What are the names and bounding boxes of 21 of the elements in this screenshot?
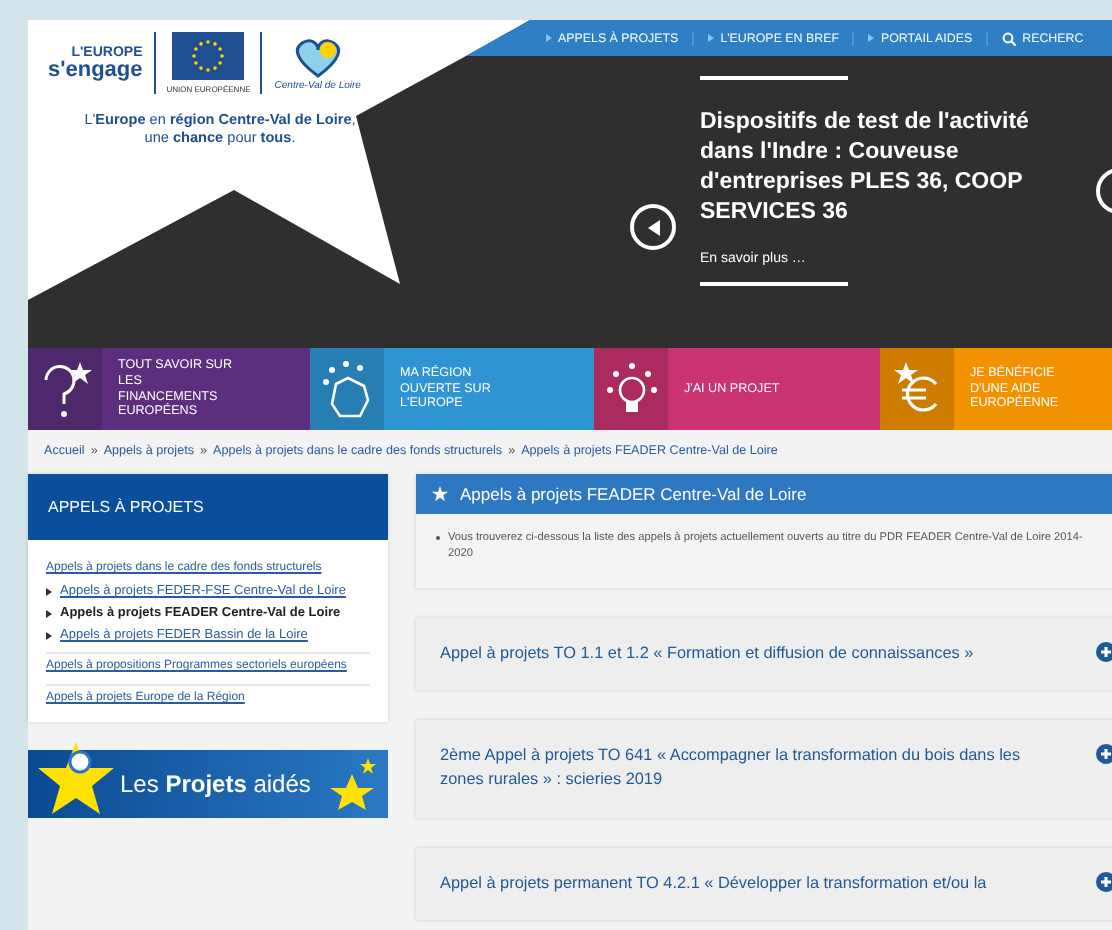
slide-title: Dispositifs de test de l'activité dans l'Indre : Couveuse d'entreprises PLES 36, COOP SERVICES 36	[700, 108, 1031, 228]
accordion-item[interactable]: 2ème Appel à projets TO 641 « Accompagner la transformation du bois dans les zones rurales » : scieries 2019	[416, 720, 1112, 818]
accordion-title: Appel à projets permanent TO 4.2.1 « Développer la transformation et/ou la	[440, 871, 987, 896]
triangle-bullet-icon	[46, 631, 52, 639]
star-pin-icon	[36, 738, 116, 818]
previous-slide-button[interactable]	[630, 204, 676, 250]
accordion-title: 2ème Appel à projets TO 641 « Accompagner la transformation du bois dans les zones rurales » : scieries 2019	[440, 744, 1023, 793]
eu-flag-icon	[172, 32, 245, 80]
accordion-item[interactable]: Appel à projets permanent TO 4.2.1 « Développer la transformation et/ou la	[416, 847, 1112, 920]
accordion-item[interactable]: Appel à projets TO 1.1 et 1.2 « Formation et diffusion de connaissances »	[416, 617, 1112, 691]
logo-text: s'engage	[48, 59, 143, 81]
question-star-icon	[39, 359, 91, 419]
panel-header: Appels à projets FEADER Centre-Val de Loire	[416, 474, 1112, 514]
banner-text: Les Projets aidés	[120, 770, 311, 798]
triangle-bullet-icon	[46, 587, 52, 595]
star-icon	[432, 486, 448, 502]
triangle-bullet-icon	[46, 609, 52, 617]
search-icon	[1002, 31, 1017, 45]
caret-left-icon	[647, 219, 659, 235]
accordion-title: Appel à projets TO 1.1 et 1.2 « Formation et diffusion de connaissances »	[440, 641, 974, 666]
sidebar-title: APPELS À PROJETS	[28, 474, 388, 540]
